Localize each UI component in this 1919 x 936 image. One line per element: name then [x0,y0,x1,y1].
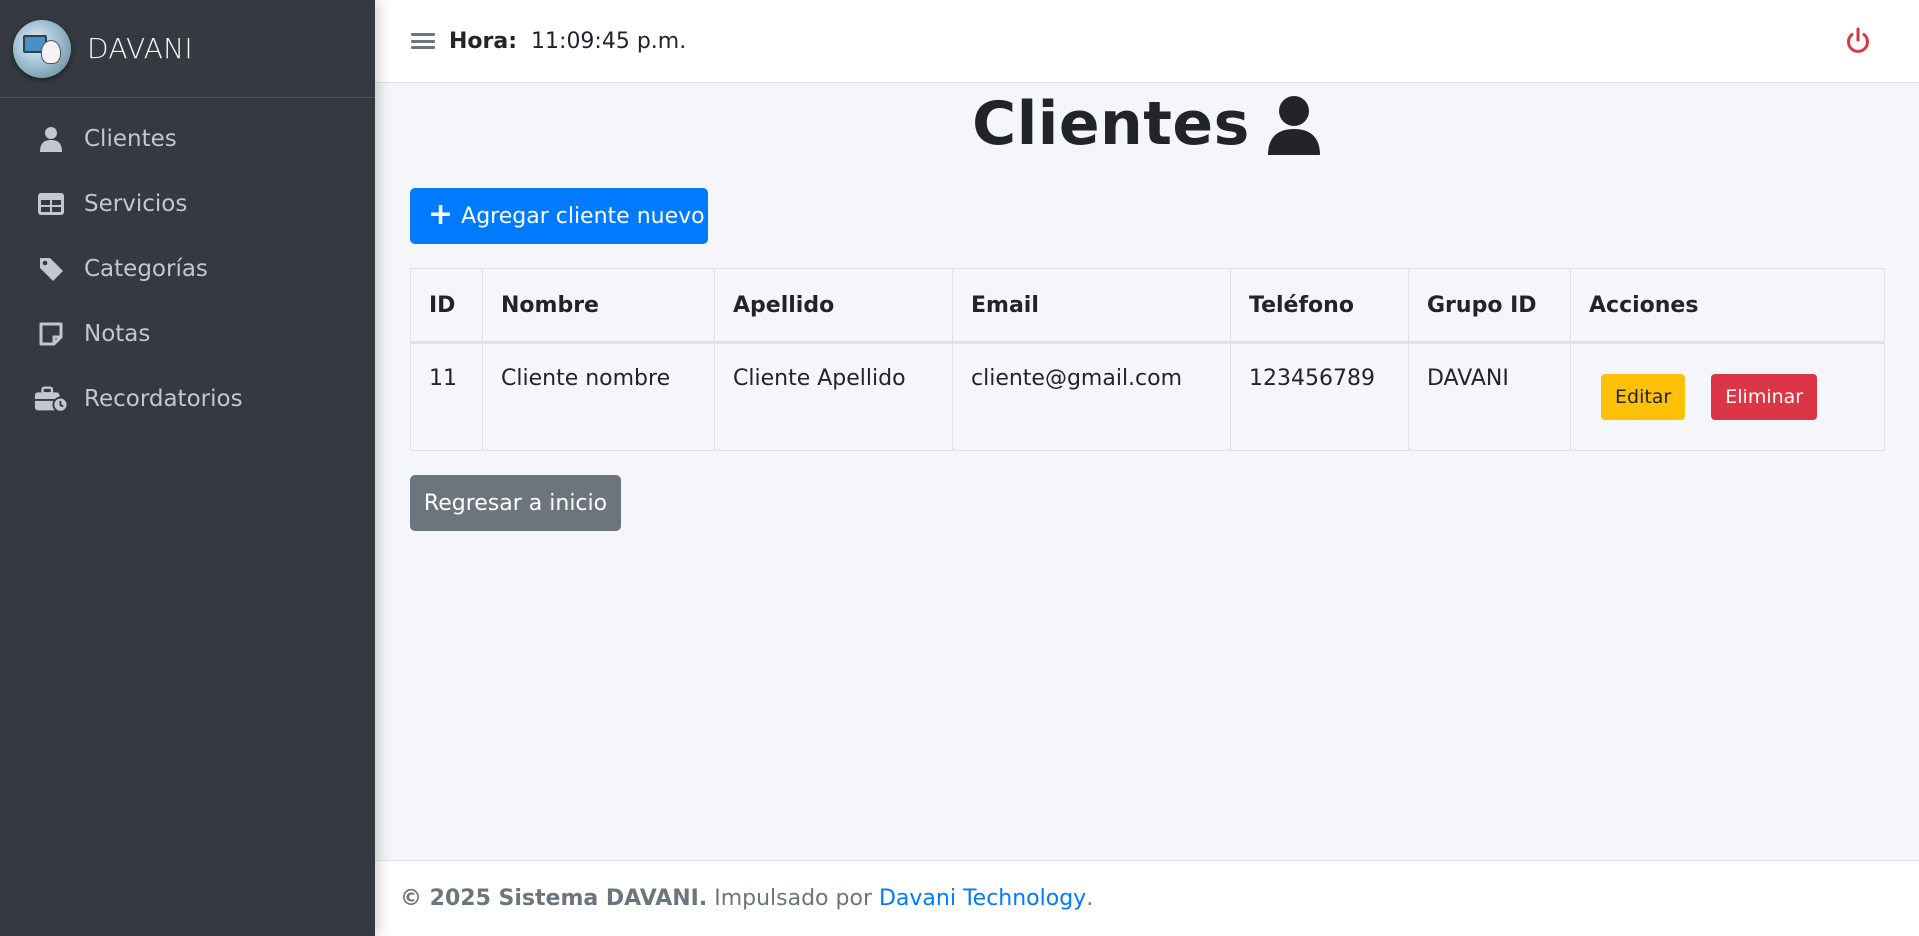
page-title: Clientes [972,89,1250,159]
footer-period: . [1086,886,1094,911]
sidebar-item-notas[interactable]: Notas [0,301,375,366]
clients-table: ID Nombre Apellido Email Teléfono Grupo … [410,268,1885,451]
sidebar-item-label: Clientes [84,125,177,152]
page-header: Clientes [375,89,1919,159]
brand-name: DAVANI [87,32,193,65]
cell-email: cliente@gmail.com [952,342,1231,451]
clock-value: 11:09:45 p.m. [531,28,687,54]
brand-link[interactable]: DAVANI [0,0,375,98]
column-header: Acciones [1570,268,1885,344]
table-icon [34,189,68,219]
clock-label: Hora: [449,28,518,54]
cell-actions: Editar Eliminar [1570,342,1885,451]
cell-telefono: 123456789 [1230,342,1409,451]
user-icon [34,124,68,154]
sidebar-item-categorias[interactable]: Categorías [0,236,375,301]
column-header: Nombre [482,268,715,344]
column-header: Teléfono [1230,268,1409,344]
footer: © 2025 Sistema DAVANI. Impulsado por Dav… [375,860,1919,936]
back-home-button[interactable]: Regresar a inicio [410,475,621,531]
add-client-label: Agregar cliente nuevo [461,203,705,229]
tag-icon [34,254,68,284]
column-header: Email [952,268,1231,344]
sticky-note-icon [34,319,68,349]
sidebar-item-clientes[interactable]: Clientes [0,106,375,171]
briefcase-clock-icon [34,384,68,414]
plus-icon: + [428,196,454,232]
main-content: Clientes + Agregar cliente nuevo ID Nomb… [375,83,1919,860]
power-icon[interactable] [1843,26,1873,56]
sidebar-item-label: Recordatorios [84,385,243,412]
user-icon [1266,95,1322,155]
cell-apellido: Cliente Apellido [714,342,953,451]
sidebar-item-label: Notas [84,320,151,347]
footer-powered-text: Impulsado por [707,886,879,911]
column-header: Apellido [714,268,953,344]
cell-grupo: DAVANI [1408,342,1571,451]
menu-toggle-icon[interactable] [411,30,435,52]
sidebar-item-recordatorios[interactable]: Recordatorios [0,366,375,431]
sidebar-item-servicios[interactable]: Servicios [0,171,375,236]
sidebar: DAVANI Clientes Servicios Categorías Not… [0,0,375,936]
edit-button[interactable]: Editar [1601,374,1686,420]
brand-logo [13,19,71,78]
delete-button[interactable]: Eliminar [1711,374,1818,420]
sidebar-item-label: Categorías [84,255,208,282]
top-navbar: Hora: 11:09:45 p.m. [375,0,1919,83]
footer-copyright: © 2025 Sistema DAVANI. [400,886,708,911]
table-row: 11 Cliente nombre Cliente Apellido clien… [410,342,1885,451]
sidebar-nav: Clientes Servicios Categorías Notas Reco… [0,98,375,431]
cell-id: 11 [410,342,483,451]
cell-nombre: Cliente nombre [482,342,715,451]
footer-company-link[interactable]: Davani Technology [879,886,1086,911]
table-header-row: ID Nombre Apellido Email Teléfono Grupo … [410,268,1885,344]
add-client-button[interactable]: + Agregar cliente nuevo [410,188,708,244]
column-header: ID [410,268,483,344]
column-header: Grupo ID [1408,268,1571,344]
sidebar-item-label: Servicios [84,190,188,217]
